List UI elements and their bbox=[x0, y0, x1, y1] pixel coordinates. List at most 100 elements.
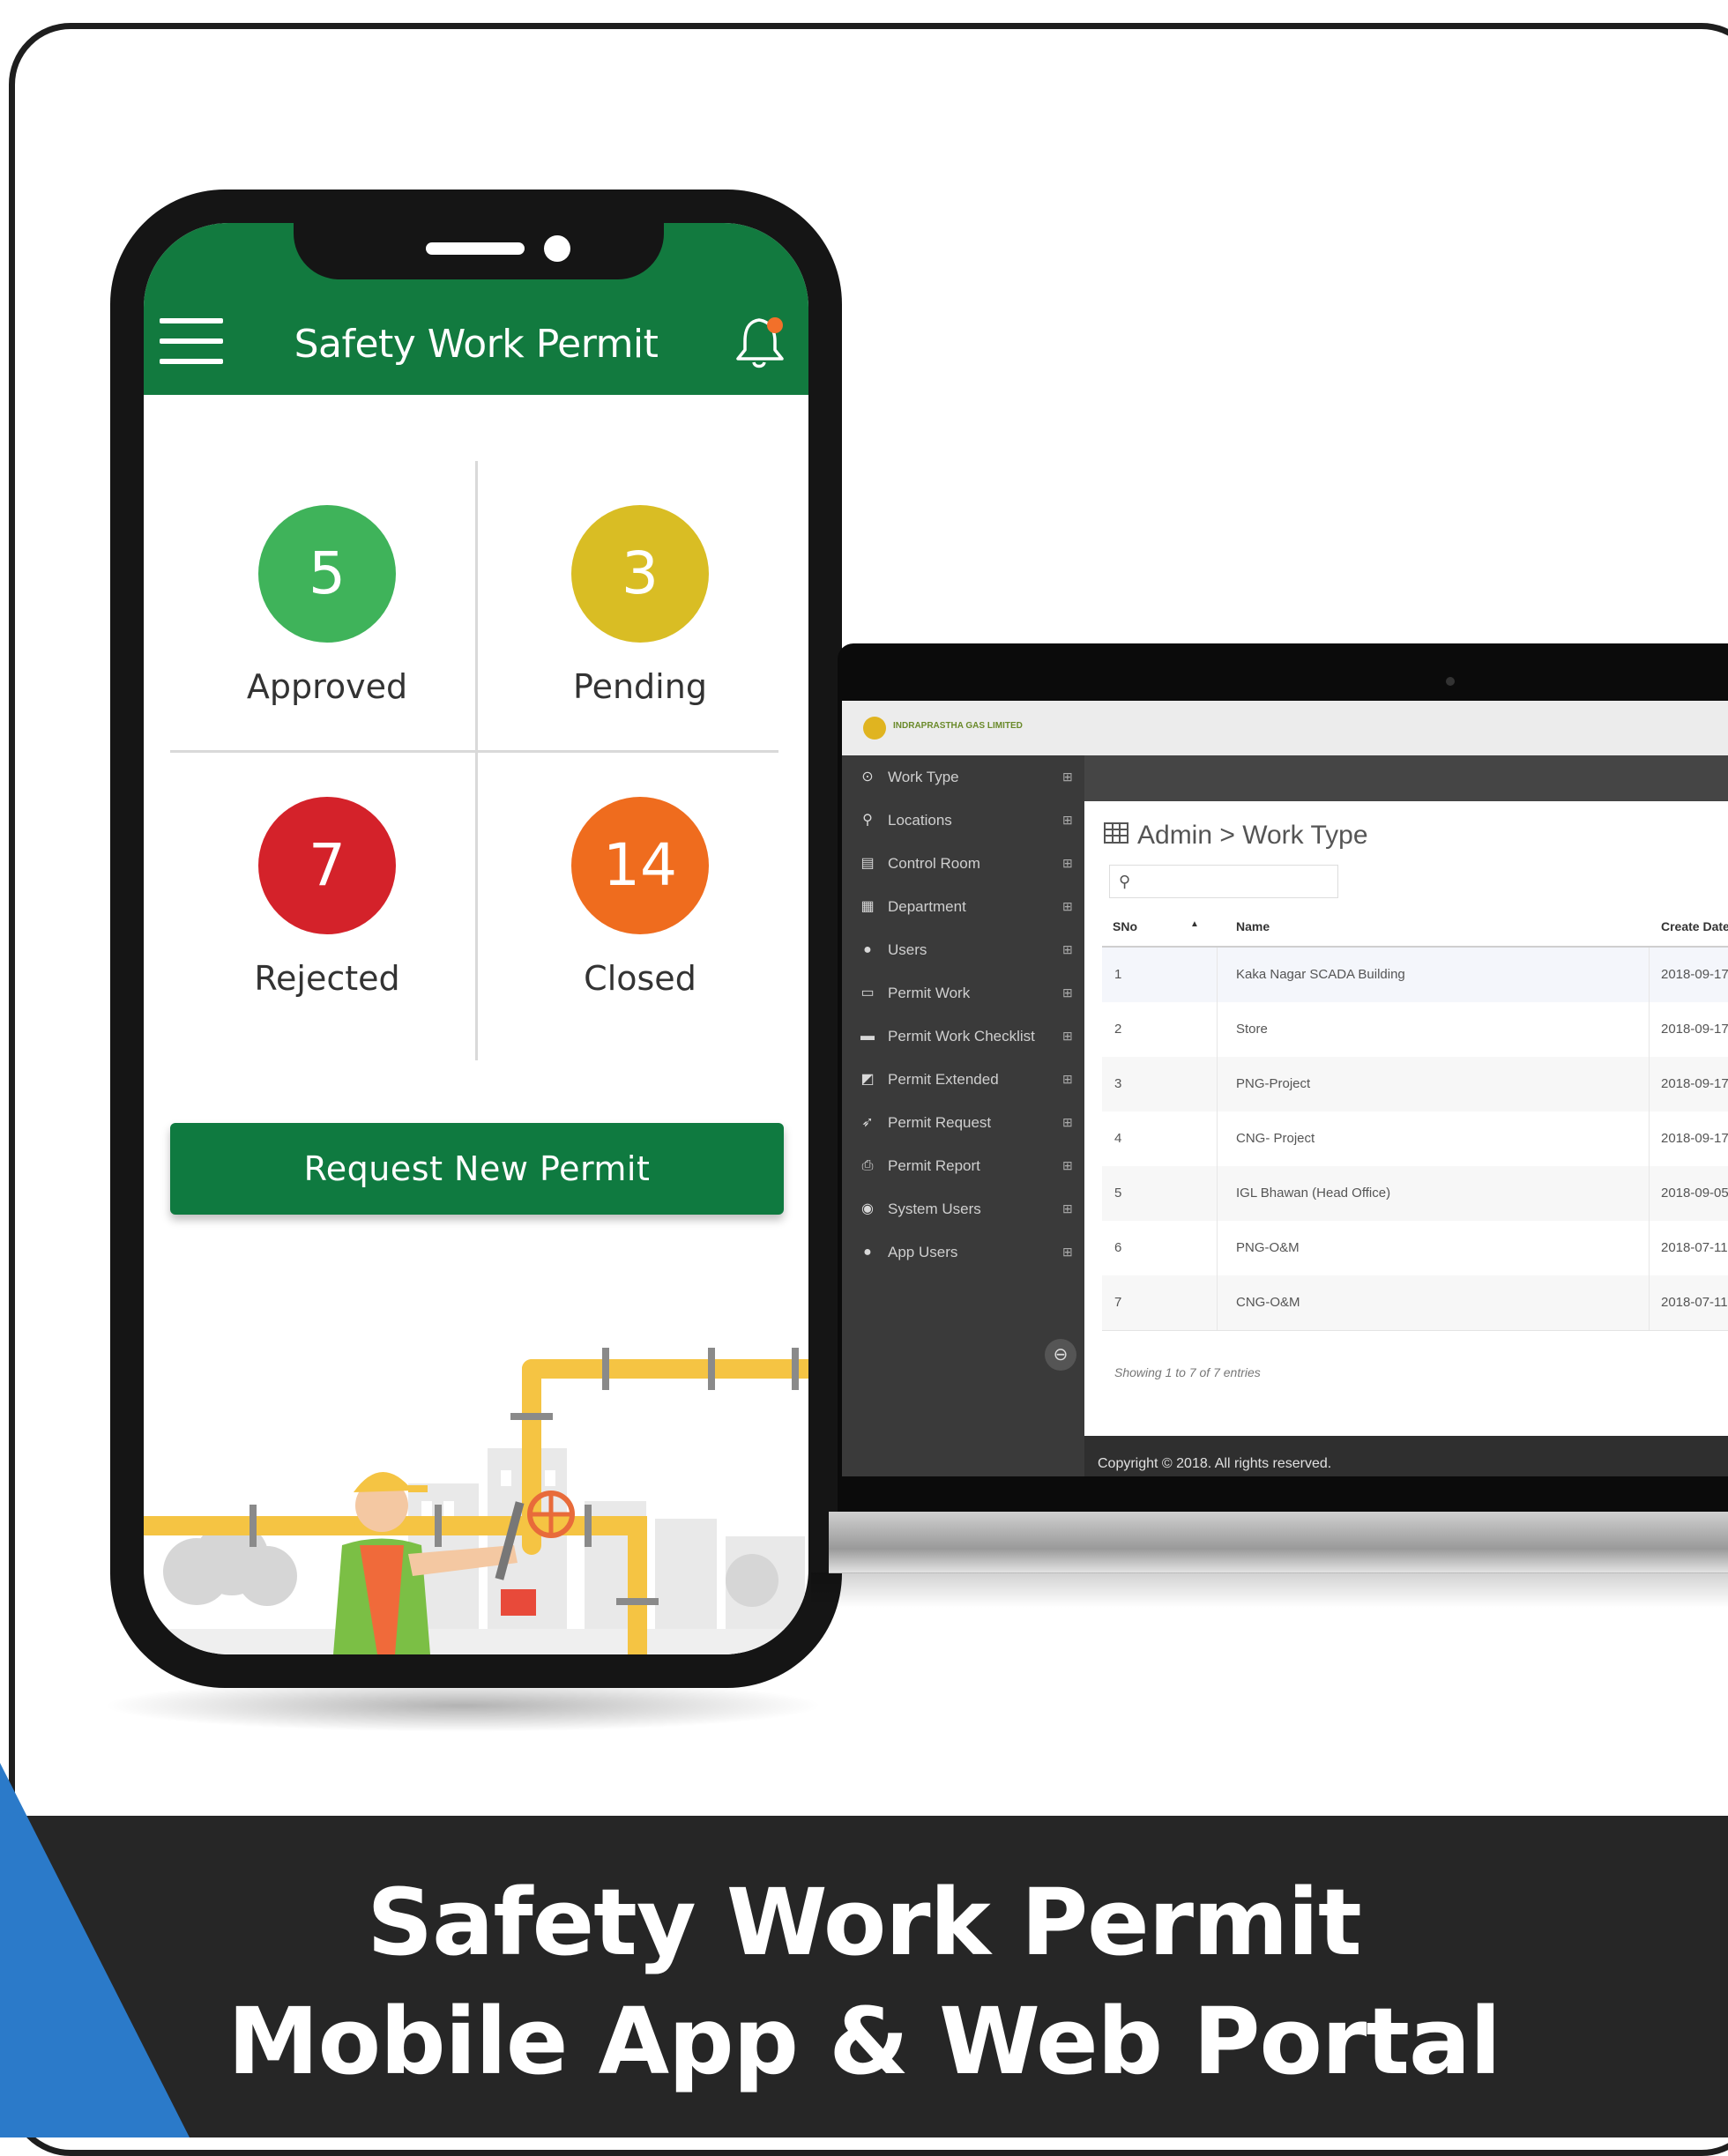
table-icon bbox=[1104, 822, 1128, 844]
expand-icon[interactable]: ⊞ bbox=[1062, 928, 1073, 971]
sidebar-item-permit-work-checklist[interactable]: ▬ Permit Work Checklist ⊞ bbox=[842, 1015, 1084, 1058]
table-row[interactable]: 1 Kaka Nagar SCADA Building 2018-09-17 bbox=[1102, 948, 1728, 1003]
user-icon: ● bbox=[863, 942, 872, 957]
stat-approved[interactable]: 5 Approved bbox=[195, 505, 459, 706]
laptop-shadow bbox=[811, 1572, 1728, 1608]
company-logo-icon[interactable] bbox=[863, 717, 886, 740]
approved-label: Approved bbox=[246, 667, 408, 706]
expand-icon[interactable]: ⊞ bbox=[1062, 1015, 1073, 1058]
search-icon: ⚲ bbox=[1119, 873, 1131, 890]
column-header-sno[interactable]: SNo bbox=[1113, 919, 1137, 933]
grid-divider-vertical bbox=[475, 461, 478, 1060]
cell-create-date: 2018-09-17 bbox=[1661, 1131, 1728, 1146]
sidebar-item-control-room[interactable]: ▤ Control Room ⊞ bbox=[842, 842, 1084, 885]
content-topbar bbox=[1084, 755, 1728, 801]
expand-icon[interactable]: ⊞ bbox=[1062, 799, 1073, 842]
sidebar-item-label: Users bbox=[888, 941, 927, 958]
sidebar-item-permit-extended[interactable]: ◩ Permit Extended ⊞ bbox=[842, 1058, 1084, 1101]
request-new-permit-button[interactable]: Request New Permit bbox=[170, 1123, 784, 1215]
table-row[interactable]: 4 CNG- Project 2018-09-17 bbox=[1102, 1111, 1728, 1167]
expand-icon[interactable]: ⊞ bbox=[1062, 1230, 1073, 1274]
cell-name: PNG-Project bbox=[1236, 1076, 1311, 1091]
expand-icon[interactable]: ⊞ bbox=[1062, 842, 1073, 885]
cell-sno: 5 bbox=[1114, 1186, 1122, 1201]
cell-create-date: 2018-09-17 bbox=[1661, 1076, 1728, 1091]
breadcrumb: Admin > Work Type bbox=[1137, 821, 1368, 850]
table-row[interactable]: 2 Store 2018-09-17 bbox=[1102, 1002, 1728, 1058]
sidebar-item-label: Work Type bbox=[888, 769, 959, 785]
stat-closed[interactable]: 14 Closed bbox=[508, 797, 772, 998]
sidebar-item-users[interactable]: ● Users ⊞ bbox=[842, 928, 1084, 971]
stat-pending[interactable]: 3 Pending bbox=[508, 505, 772, 706]
cell-create-date: 2018-09-17 bbox=[1661, 1022, 1728, 1037]
cell-sno: 1 bbox=[1114, 967, 1122, 982]
closed-label: Closed bbox=[584, 959, 696, 998]
cell-name: IGL Bhawan (Head Office) bbox=[1236, 1186, 1391, 1201]
bell-icon[interactable] bbox=[733, 311, 789, 373]
briefcase-icon: ▬ bbox=[860, 1029, 875, 1044]
building-icon: ▤ bbox=[860, 856, 875, 871]
expand-icon[interactable]: ⊞ bbox=[1062, 1144, 1073, 1187]
stat-rejected[interactable]: 7 Rejected bbox=[195, 797, 459, 998]
table-row[interactable]: 7 CNG-O&M 2018-07-11 bbox=[1102, 1275, 1728, 1331]
table-row[interactable]: 3 PNG-Project 2018-09-17 bbox=[1102, 1057, 1728, 1112]
sidebar-item-label: Control Room bbox=[888, 855, 980, 872]
expand-icon[interactable]: ⊞ bbox=[1062, 971, 1073, 1015]
front-camera bbox=[544, 235, 570, 262]
sidebar-item-department[interactable]: ▦ Department ⊞ bbox=[842, 885, 1084, 928]
sidebar-item-work-type[interactable]: ⊙ Work Type ⊞ bbox=[842, 755, 1084, 799]
cell-sno: 4 bbox=[1114, 1131, 1122, 1146]
expand-icon[interactable]: ⊞ bbox=[1062, 1101, 1073, 1144]
sidebar-item-label: Permit Report bbox=[888, 1157, 980, 1174]
pending-count-badge: 3 bbox=[571, 505, 709, 643]
sidebar-item-label: Locations bbox=[888, 812, 952, 829]
phone-notch bbox=[294, 223, 664, 279]
sidebar-item-permit-work[interactable]: ▭ Permit Work ⊞ bbox=[842, 971, 1084, 1015]
sidebar-item-app-users[interactable]: ● App Users ⊞ bbox=[842, 1230, 1084, 1274]
sidebar-item-permit-request[interactable]: ➶ Permit Request ⊞ bbox=[842, 1101, 1084, 1144]
sidebar-collapse-icon[interactable]: ⊖ bbox=[1045, 1339, 1076, 1371]
speaker bbox=[426, 242, 525, 255]
user-icon: ● bbox=[863, 1245, 872, 1260]
rocket-icon: ➶ bbox=[861, 1115, 874, 1130]
web-footer-copyright: Copyright © 2018. All rights reserved. bbox=[1098, 1456, 1332, 1471]
sidebar-item-permit-report[interactable]: ⎙ Permit Report ⊞ bbox=[842, 1144, 1084, 1187]
map-marker-icon: ⚲ bbox=[862, 813, 873, 828]
column-header-create-date[interactable]: Create Date bbox=[1661, 919, 1728, 933]
approved-count-badge: 5 bbox=[258, 505, 396, 643]
phone-mockup: Safety Work Permit 5 Approved 3 Pending … bbox=[110, 190, 842, 1688]
web-sidebar: ⊙ Work Type ⊞ ⚲ Locations ⊞ ▤ Control Ro… bbox=[842, 755, 1084, 1476]
expand-icon[interactable]: ⊞ bbox=[1062, 755, 1073, 799]
table-row[interactable]: 6 PNG-O&M 2018-07-11 bbox=[1102, 1221, 1728, 1276]
sidebar-item-system-users[interactable]: ◉ System Users ⊞ bbox=[842, 1187, 1084, 1230]
cell-name: PNG-O&M bbox=[1236, 1240, 1300, 1255]
id-card-icon: ▭ bbox=[860, 985, 875, 1000]
expand-icon[interactable]: ⊞ bbox=[1062, 885, 1073, 928]
rejected-count-badge: 7 bbox=[258, 797, 396, 934]
sort-asc-icon[interactable]: ▲ bbox=[1190, 919, 1199, 929]
pending-label: Pending bbox=[573, 667, 707, 706]
rejected-label: Rejected bbox=[254, 959, 400, 998]
app-title: Safety Work Permit bbox=[294, 322, 659, 367]
sidebar-item-locations[interactable]: ⚲ Locations ⊞ bbox=[842, 799, 1084, 842]
print-icon: ⎙ bbox=[861, 1158, 874, 1173]
grid-divider-horizontal bbox=[170, 750, 778, 753]
cell-sno: 7 bbox=[1114, 1295, 1122, 1310]
table-search-input[interactable]: ⚲ bbox=[1109, 865, 1338, 898]
cell-sno: 2 bbox=[1114, 1022, 1122, 1037]
table-row[interactable]: 5 IGL Bhawan (Head Office) 2018-09-05 bbox=[1102, 1166, 1728, 1222]
laptop-base bbox=[829, 1512, 1728, 1573]
expand-icon[interactable]: ⊞ bbox=[1062, 1187, 1073, 1230]
closed-count-badge: 14 bbox=[571, 797, 709, 934]
external-link-icon: ◩ bbox=[860, 1072, 875, 1087]
banner-title-line2: Mobile App & Web Portal bbox=[227, 1988, 1501, 2095]
clock-icon: ⊙ bbox=[861, 769, 874, 784]
column-header-name[interactable]: Name bbox=[1236, 919, 1270, 933]
sidebar-item-label: Permit Extended bbox=[888, 1071, 999, 1088]
table-header-row: SNo ▲ Name Create Date bbox=[1102, 909, 1728, 948]
cell-name: CNG- Project bbox=[1236, 1131, 1315, 1146]
sidebar-item-label: App Users bbox=[888, 1244, 958, 1260]
banner-title-line1: Safety Work Permit bbox=[367, 1869, 1361, 1976]
sidebar-item-label: Permit Work bbox=[888, 985, 971, 1001]
expand-icon[interactable]: ⊞ bbox=[1062, 1058, 1073, 1101]
